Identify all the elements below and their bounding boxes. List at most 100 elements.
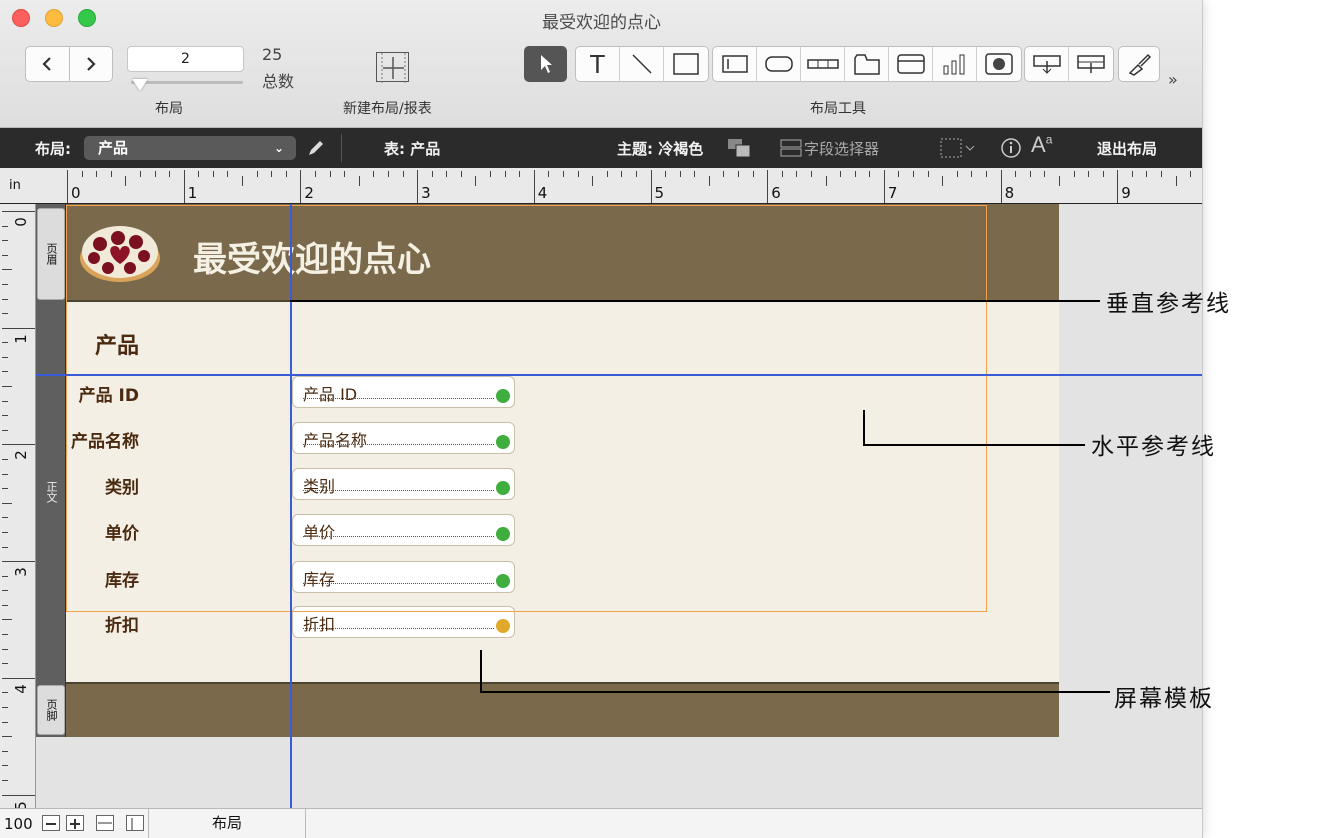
ruler-minor-tick — [2, 488, 8, 490]
toggle-status-button[interactable] — [126, 815, 144, 831]
tart-logo-icon[interactable] — [78, 214, 162, 286]
ruler-minor-tick — [986, 171, 987, 177]
field-baseline — [303, 444, 494, 445]
text-format-icon[interactable]: Aa — [1031, 132, 1052, 158]
ruler-minor-tick — [2, 283, 8, 285]
field-value: 产品名称 — [303, 431, 368, 450]
new-layout-icon[interactable] — [376, 52, 409, 83]
insert-part-icon — [1032, 55, 1061, 74]
field-label-product-id[interactable]: 产品 ID — [79, 381, 139, 406]
field-product-name[interactable]: 产品名称 — [292, 422, 515, 454]
ruler-major-tick — [533, 170, 535, 203]
field-picker-label[interactable]: 字段选择器 — [804, 138, 879, 159]
field-discount[interactable]: 折扣 — [292, 606, 515, 638]
theme-label[interactable]: 主题: 冷褐色 — [617, 138, 703, 159]
more-tools-chevron[interactable]: » — [1168, 70, 1178, 89]
field-stock[interactable]: 库存 — [292, 561, 515, 593]
ruler-minor-tick — [694, 171, 696, 177]
field-label-category[interactable]: 类别 — [105, 473, 139, 498]
field-product-id[interactable]: 产品 ID — [292, 376, 515, 408]
ruler-minor-tick — [854, 171, 856, 177]
ruler-major-tick — [2, 677, 35, 679]
layout-slider-knob[interactable] — [132, 79, 148, 91]
ruler-minor-tick — [2, 269, 12, 271]
ruler-major-tick — [300, 170, 302, 203]
field-picker-icon[interactable] — [780, 138, 802, 158]
ruler-minor-tick — [271, 171, 273, 177]
ruler-minor-tick — [1029, 171, 1031, 177]
ruler-minor-tick — [810, 171, 812, 177]
chart-tool-button[interactable] — [933, 47, 977, 81]
ruler-minor-tick — [2, 400, 8, 402]
toggle-toolbar-button[interactable] — [96, 815, 114, 831]
button-bar-tool-button[interactable] — [801, 47, 845, 81]
next-button[interactable] — [69, 46, 113, 82]
ruler-major-tick — [67, 170, 68, 203]
ruler-minor-tick — [825, 176, 827, 186]
vertical-guide[interactable] — [290, 204, 292, 808]
body-part[interactable] — [66, 302, 1059, 682]
ruler-minor-tick — [592, 176, 594, 186]
ruler-minor-tick — [2, 298, 8, 300]
theme-icon[interactable] — [726, 137, 752, 159]
field-baseline — [303, 490, 494, 491]
field-label-unit-price[interactable]: 单价 — [105, 519, 139, 544]
horizontal-guide[interactable] — [36, 374, 1202, 376]
ruler-top-number: 1 — [187, 184, 198, 202]
field-unit-price[interactable]: 单价 — [292, 514, 515, 546]
ruler-left-number: 2 — [11, 450, 30, 461]
part-definition-button[interactable] — [1069, 47, 1113, 81]
zoom-out-button[interactable] — [42, 815, 60, 831]
minus-icon — [46, 823, 56, 825]
field-tool-button[interactable] — [713, 47, 757, 81]
layout-number-field[interactable]: 2 — [127, 46, 244, 72]
magnifier-icon — [496, 435, 510, 449]
button-tool-button[interactable] — [757, 47, 801, 81]
header-title[interactable]: 最受欢迎的点心 — [193, 232, 431, 281]
exit-layout-button[interactable]: 退出布局 — [1097, 138, 1157, 159]
status-toggle-icon — [131, 818, 133, 830]
footer-part-tab[interactable]: 页脚 — [37, 685, 65, 735]
body-subtitle[interactable]: 产品 — [95, 328, 139, 360]
ruler-minor-tick — [519, 171, 521, 177]
ruler-minor-tick — [1044, 171, 1046, 177]
ruler-minor-tick — [796, 171, 798, 177]
zoom-in-button[interactable] — [66, 815, 84, 831]
ruler-major-tick — [883, 170, 885, 203]
layout-select-value: 产品 — [98, 139, 129, 157]
format-painter-button[interactable] — [1118, 46, 1160, 82]
ruler-minor-tick — [314, 171, 316, 177]
field-label-stock[interactable]: 库存 — [105, 566, 139, 591]
total-count: 25 — [262, 45, 283, 64]
web-viewer-tool-button[interactable] — [977, 47, 1021, 81]
header-part-tab[interactable]: 页眉 — [37, 208, 65, 300]
text-tool-button[interactable]: T — [576, 47, 620, 81]
field-label-product-name[interactable]: 产品名称 — [71, 427, 139, 452]
table-label: 表: 产品 — [384, 140, 441, 158]
ruler-minor-tick — [358, 176, 360, 186]
tab-control-tool-button[interactable] — [845, 47, 889, 81]
pencil-icon[interactable] — [306, 138, 326, 158]
ruler-minor-tick — [971, 171, 973, 177]
mode-indicator[interactable]: 布局 — [148, 809, 306, 838]
ruler-minor-tick — [344, 171, 346, 177]
layout-select[interactable]: 产品 ⌄ — [84, 136, 296, 160]
field-label-discount[interactable]: 折扣 — [105, 611, 139, 636]
ruler-minor-tick — [913, 171, 915, 177]
ruler-minor-tick — [1058, 176, 1060, 186]
previous-button[interactable] — [25, 46, 70, 82]
field-category[interactable]: 类别 — [292, 468, 515, 500]
slide-control-tool-button[interactable] — [889, 47, 933, 81]
ruler-minor-tick — [1175, 176, 1177, 186]
rectangle-tool-button[interactable] — [664, 47, 708, 81]
callout-line-stencil-stem — [480, 650, 482, 693]
selection-marquee-icon[interactable] — [940, 137, 976, 159]
ruler-top-number: 0 — [71, 184, 81, 202]
ruler-minor-tick — [927, 171, 929, 177]
info-icon[interactable] — [1000, 137, 1022, 159]
line-tool-button[interactable] — [620, 47, 664, 81]
ruler-minor-tick — [2, 663, 8, 665]
pointer-tool-button[interactable] — [524, 46, 567, 82]
body-part-tab[interactable]: 正文 — [37, 306, 65, 678]
insert-part-button[interactable] — [1025, 47, 1069, 81]
